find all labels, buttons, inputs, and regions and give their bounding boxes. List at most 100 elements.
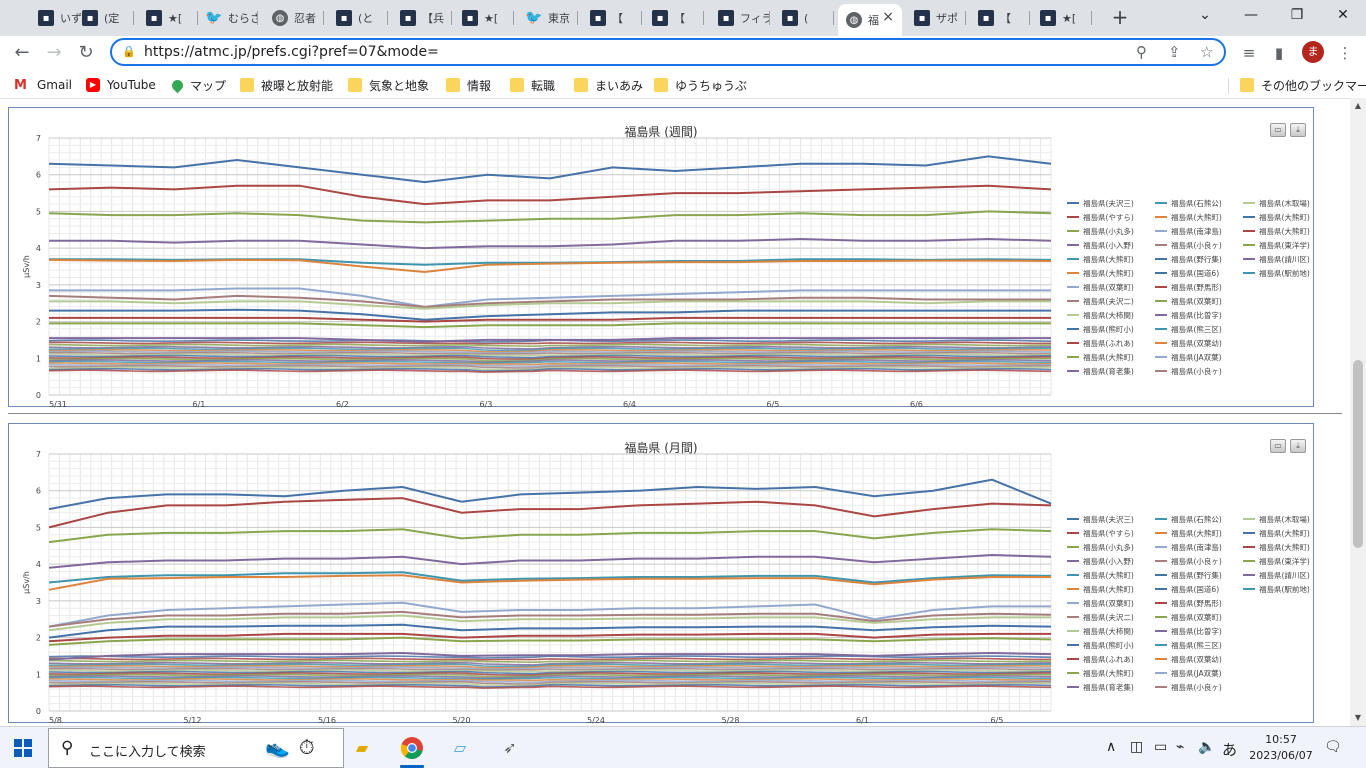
browser-tab[interactable]: ▪ ★[: [138, 4, 198, 32]
y-tick-label: 7: [36, 134, 41, 143]
vertical-scrollbar[interactable]: ▲ ▼: [1350, 98, 1366, 726]
bookmark-item[interactable]: M Gmail: [14, 76, 72, 94]
tab-title: 【兵: [422, 12, 444, 25]
legend-item: 福島県(請川区): [1259, 570, 1310, 580]
scroll-down-icon[interactable]: ▼: [1350, 710, 1366, 726]
browser-tab[interactable]: ▪ ザポ: [906, 4, 966, 32]
bookmark-item[interactable]: 転職: [510, 76, 555, 94]
camera-icon[interactable]: ◫: [1130, 739, 1143, 755]
legend-item: 福島県(南津島): [1171, 542, 1222, 552]
tab-title: フィラ: [740, 12, 770, 25]
page-content: 福島県 (週間) ▭ ⤓ 0 1 2 3 4 5 6 7 μSv/h 5/31 6/1 6/2 6/3 6…: [0, 98, 1350, 726]
tray-overflow-icon[interactable]: ∧: [1106, 739, 1116, 755]
network-icon[interactable]: ⌁: [1176, 739, 1184, 755]
browser-tab[interactable]: 🐦 東京: [518, 4, 578, 32]
legend-item: 福島県(小入野): [1083, 556, 1134, 566]
chrome-icon[interactable]: [398, 734, 426, 762]
site-favicon: ▪: [652, 10, 668, 26]
close-tab-icon[interactable]: ×: [882, 9, 894, 25]
notification-icon[interactable]: 🗨: [1324, 739, 1342, 755]
bookmark-item[interactable]: 情報: [446, 76, 491, 94]
legend-item: 福島県(南津島): [1171, 226, 1222, 236]
site-favicon: ▪: [462, 10, 478, 26]
media-control-icon[interactable]: ≡: [1236, 40, 1262, 66]
windows-start-icon[interactable]: [14, 739, 32, 757]
taskbar-search[interactable]: ⚲ ここに入力して検索 👟 ⏱: [48, 728, 344, 768]
side-panel-icon[interactable]: ▮: [1266, 40, 1292, 66]
menu-icon[interactable]: ⋮: [1332, 40, 1358, 66]
address-bar[interactable]: 🔒 https://atmc.jp/prefs.cgi?pref=07&mode…: [110, 38, 1226, 66]
app-icon[interactable]: ➶: [496, 734, 524, 762]
clock-time: 10:57: [1265, 733, 1297, 746]
tab-title: (定: [104, 12, 120, 25]
bookmarks-divider: [1228, 78, 1229, 94]
bookmark-item[interactable]: 被曝と放射能: [240, 76, 333, 94]
legend-item: 福島県(双葉町): [1171, 612, 1222, 622]
legend-item: 福島県(大熊町): [1259, 212, 1310, 222]
browser-tab[interactable]: ▪ 【: [970, 4, 1030, 32]
bookmark-item[interactable]: マップ: [169, 76, 227, 94]
bookmark-item[interactable]: まいあみ: [574, 76, 643, 94]
bookmark-label: 転職: [531, 78, 556, 93]
browser-tab[interactable]: ▪ (定: [74, 4, 134, 32]
tab-separator: [323, 11, 324, 25]
x-tick-label: 5/20: [453, 716, 471, 724]
file-explorer-icon[interactable]: ▰: [348, 734, 376, 762]
battery-icon[interactable]: ▭: [1154, 739, 1167, 755]
minimize-button[interactable]: —: [1228, 4, 1274, 28]
new-tab-button[interactable]: +: [1108, 6, 1132, 30]
tab-separator: [965, 11, 966, 25]
zoom-icon[interactable]: ⚲: [1136, 43, 1147, 61]
folder-icon: [510, 78, 524, 92]
browser-tab[interactable]: 🐦 むらさ: [198, 4, 258, 32]
browser-tab[interactable]: ▪ ★[: [1032, 4, 1092, 32]
legend-item: 福島県(小丸多): [1083, 226, 1134, 236]
ime-indicator[interactable]: あ: [1222, 739, 1237, 760]
browser-tab[interactable]: ▪ 【: [644, 4, 704, 32]
site-favicon: ▪: [400, 10, 416, 26]
browser-tab[interactable]: ◍ 忍者: [264, 4, 324, 32]
forward-icon[interactable]: →: [40, 40, 68, 68]
scroll-thumb[interactable]: [1353, 360, 1363, 548]
url-text[interactable]: https://atmc.jp/prefs.cgi?pref=07&mode=: [144, 44, 439, 60]
notepad-icon[interactable]: ▱: [446, 734, 474, 762]
bookmark-item[interactable]: ゆうちゅうぶ: [654, 76, 747, 94]
close-window-button[interactable]: ✕: [1320, 4, 1366, 28]
tab-separator: [833, 11, 834, 25]
browser-tab[interactable]: ▪ 【兵: [392, 4, 452, 32]
profile-avatar[interactable]: ま: [1302, 41, 1324, 63]
restore-button[interactable]: ❐: [1274, 4, 1320, 28]
tab-separator: [703, 11, 704, 25]
legend-item: 福島県(熊町小): [1083, 640, 1134, 650]
legend-item: 福島県(野行集): [1171, 570, 1222, 580]
browser-tab[interactable]: ▪ (と: [328, 4, 388, 32]
back-icon[interactable]: ←: [8, 40, 36, 68]
bookmark-star-icon[interactable]: ☆: [1200, 43, 1213, 61]
share-icon[interactable]: ⇪: [1168, 43, 1181, 61]
site-favicon: ▪: [1040, 10, 1056, 26]
bookmark-item[interactable]: ▶ YouTube: [86, 76, 156, 94]
bookmarks-bar: ゆうちゅうぶ まいあみ 転職 情報 気象と地象 被曝と放射能 マップ ▶ YouTube M Gma…: [0, 72, 1366, 98]
lock-icon[interactable]: 🔒: [122, 45, 136, 58]
reload-icon[interactable]: ↻: [72, 40, 100, 68]
bookmark-item[interactable]: 気象と地象: [348, 76, 429, 94]
scroll-up-icon[interactable]: ▲: [1350, 98, 1366, 114]
bookmark-label: マップ: [190, 78, 227, 93]
x-tick-label: 6/5: [767, 400, 780, 408]
legend-item: 福島県(熊町小): [1083, 324, 1134, 334]
clock-date: 2023/06/07: [1249, 749, 1313, 762]
legend-item: 福島県(大柿関): [1083, 626, 1134, 636]
volume-icon[interactable]: 🔈: [1198, 739, 1215, 755]
browser-tab[interactable]: ▪(: [774, 4, 834, 32]
legend-item: 福島県(夫沢三): [1083, 514, 1134, 524]
browser-tab[interactable]: ◍ 福 ×: [838, 4, 902, 36]
browser-tab[interactable]: ▪ ★[: [454, 4, 514, 32]
x-tick-label: 6/2: [336, 400, 349, 408]
browser-tab[interactable]: ▪ 【: [582, 4, 642, 32]
tab-search-icon[interactable]: ⌄: [1182, 4, 1228, 28]
other-bookmarks[interactable]: その他のブックマーク: [1240, 76, 1366, 94]
browser-tab[interactable]: ▪ フィラ: [710, 4, 770, 32]
clock[interactable]: 10:57 2023/06/07: [1246, 732, 1316, 764]
legend-item: 福島県(小良ヶ): [1171, 366, 1222, 376]
legend-item: 福島県(木取場): [1259, 514, 1310, 524]
